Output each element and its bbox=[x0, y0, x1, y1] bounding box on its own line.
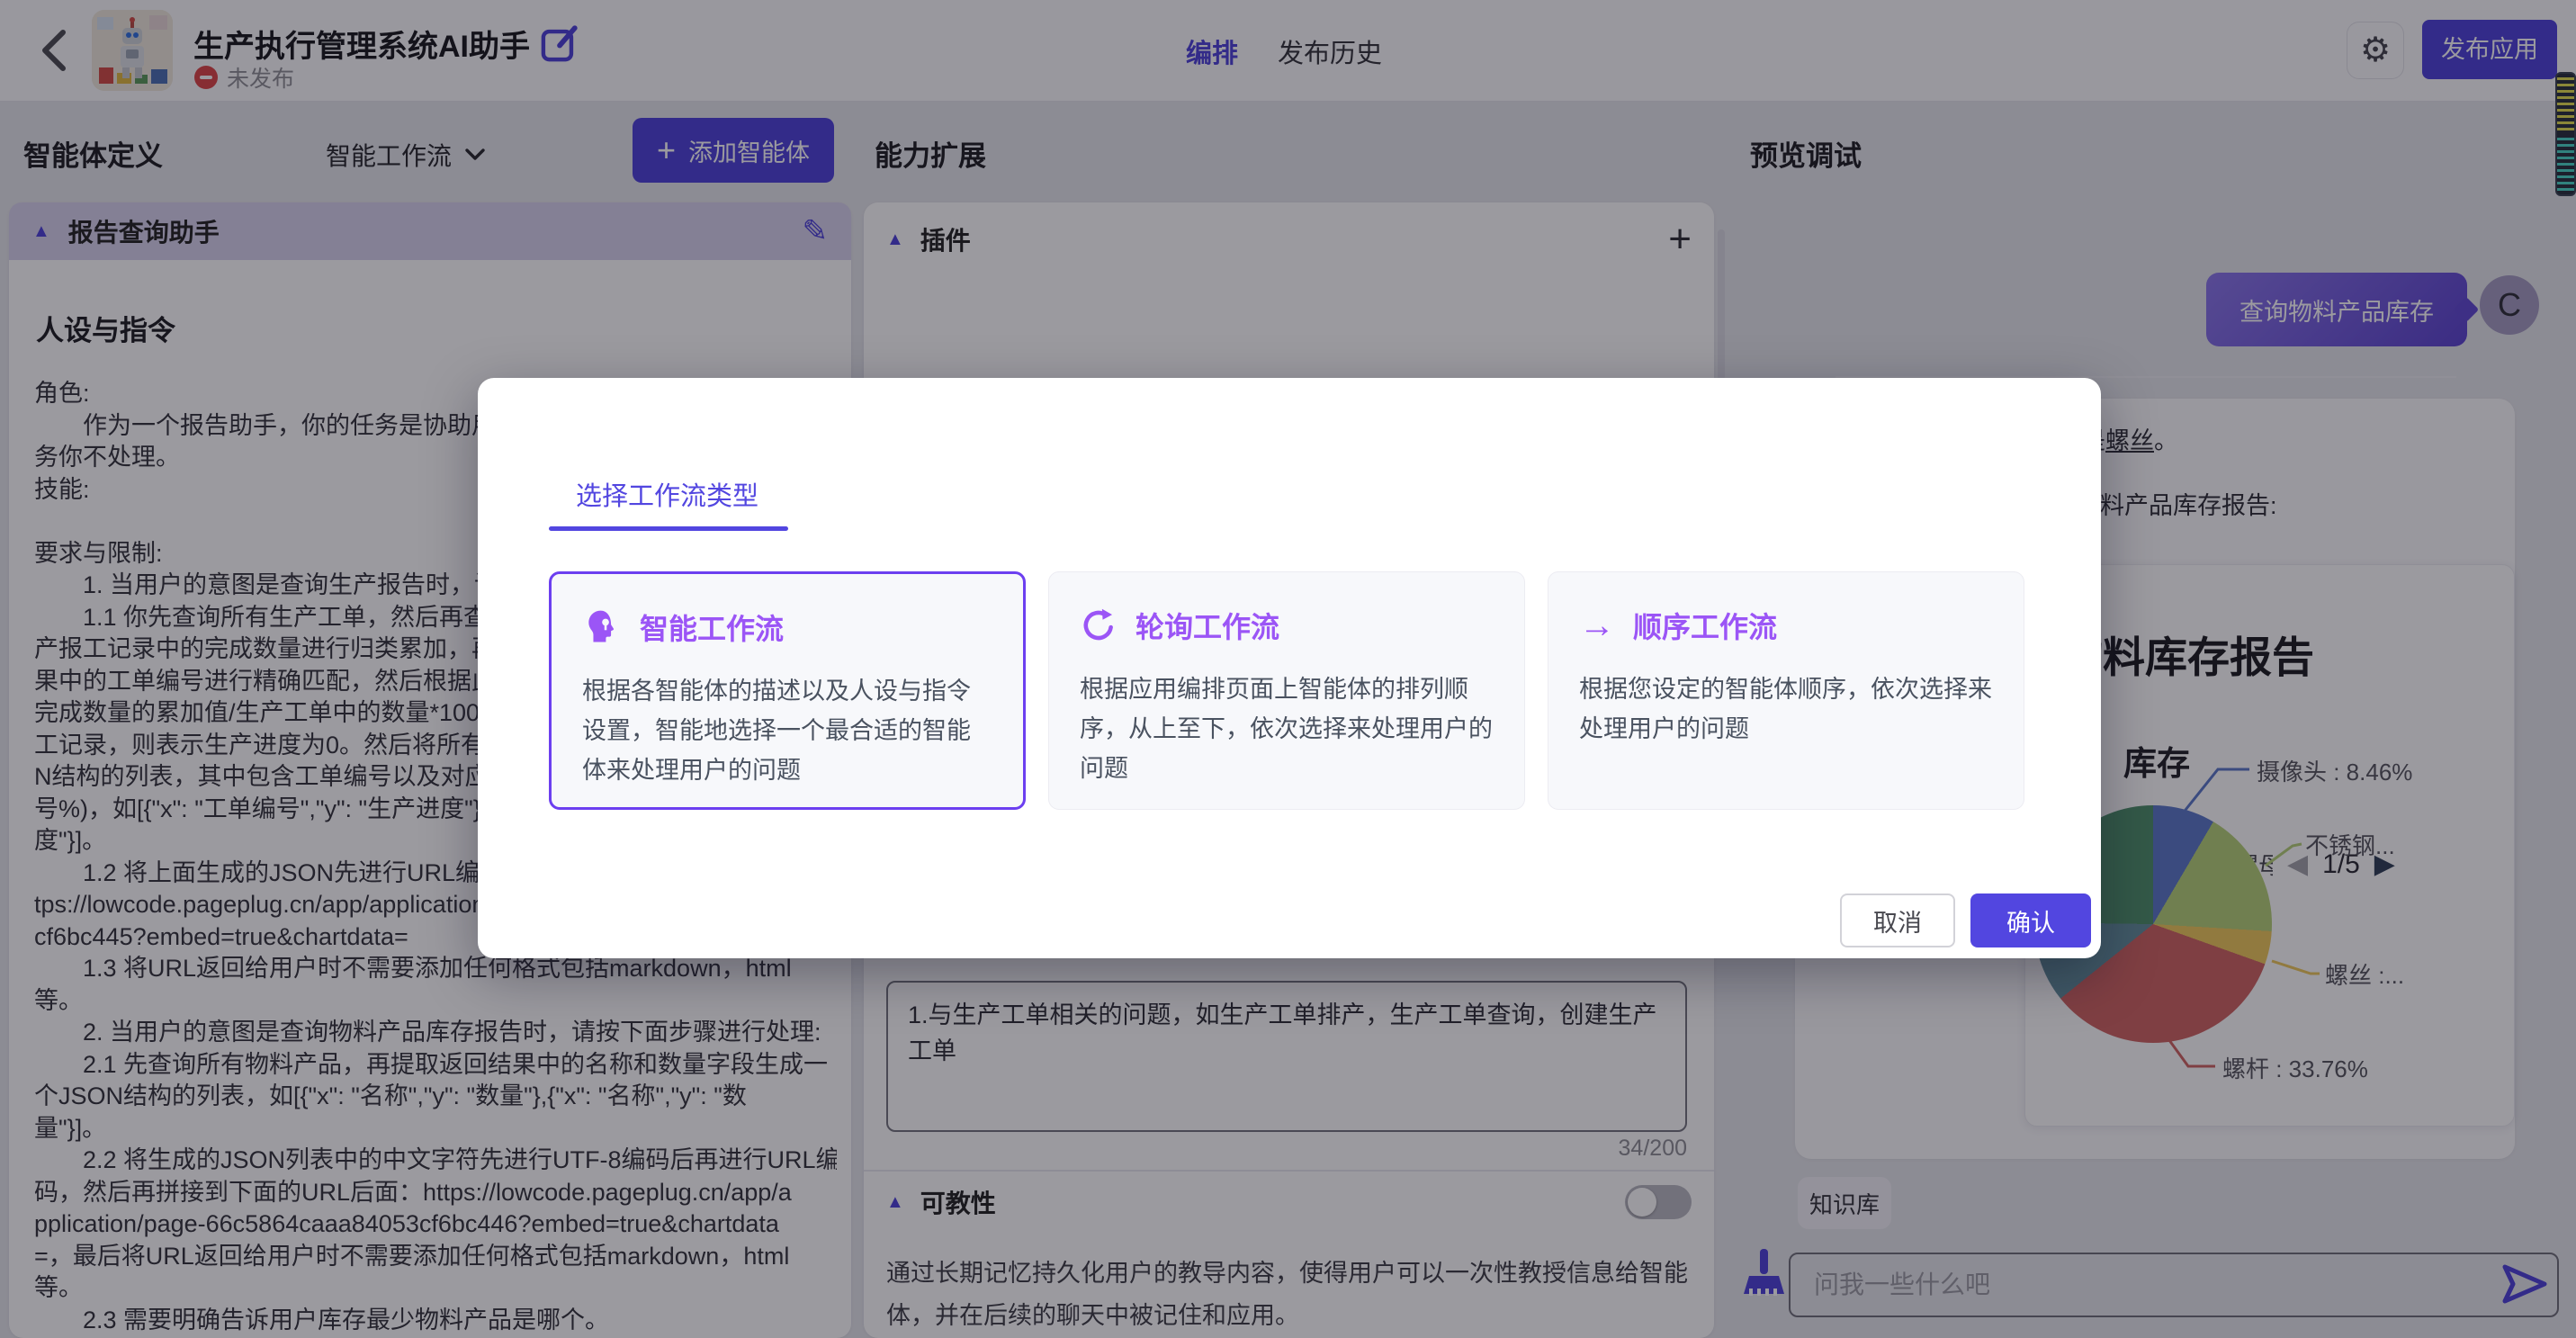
smart-head-icon bbox=[582, 607, 622, 647]
tab-underline bbox=[549, 526, 788, 531]
workflow-card-title: 顺序工作流 bbox=[1633, 605, 1777, 646]
rotate-icon bbox=[1080, 606, 1117, 644]
modal-tab-select-workflow[interactable]: 选择工作流类型 bbox=[576, 475, 758, 513]
workflow-card-title: 轮询工作流 bbox=[1135, 605, 1279, 646]
workflow-card-desc: 根据各智能体的描述以及人设与指令设置，智能地选择一个最合适的智能体来处理用户的问… bbox=[582, 671, 992, 790]
workflow-card-desc: 根据您设定的智能体顺序，依次选择来处理用户的问题 bbox=[1579, 669, 1993, 749]
workflow-card-desc: 根据应用编排页面上智能体的排列顺序，从上至下，依次选择来处理用户的问题 bbox=[1080, 669, 1494, 788]
cancel-button[interactable]: 取消 bbox=[1840, 893, 1955, 947]
arrow-right-icon: → bbox=[1579, 607, 1615, 643]
confirm-button[interactable]: 确认 bbox=[1970, 893, 2091, 947]
workflow-card-title: 智能工作流 bbox=[640, 606, 784, 648]
workflow-card-polling[interactable]: 轮询工作流 根据应用编排页面上智能体的排列顺序，从上至下，依次选择来处理用户的问… bbox=[1048, 571, 1525, 810]
workflow-card-sequential[interactable]: → 顺序工作流 根据您设定的智能体顺序，依次选择来处理用户的问题 bbox=[1548, 571, 2024, 810]
workflow-card-smart[interactable]: 智能工作流 根据各智能体的描述以及人设与指令设置，智能地选择一个最合适的智能体来… bbox=[549, 571, 1026, 810]
